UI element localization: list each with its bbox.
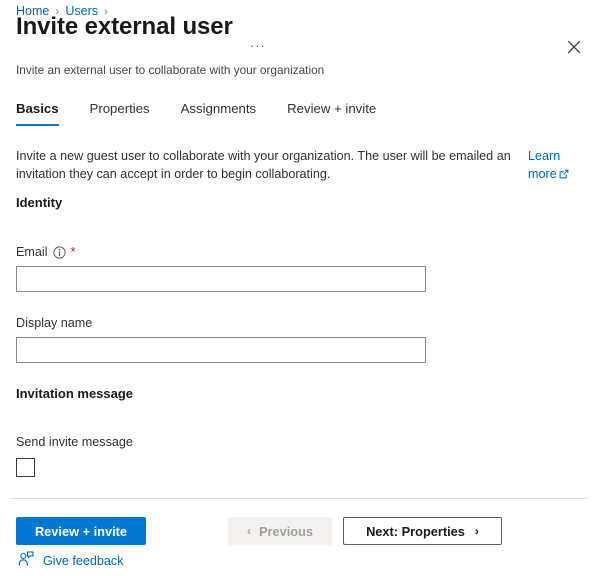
give-feedback-label: Give feedback [43, 554, 124, 568]
tab-properties[interactable]: Properties [90, 100, 150, 126]
intro-text: Invite a new guest user to collaborate w… [16, 149, 511, 181]
review-invite-button[interactable]: Review + invite [16, 517, 146, 545]
chevron-left-icon: ‹ [246, 524, 251, 538]
send-invite-message-label: Send invite message [16, 435, 133, 449]
page-title: Invite external user [16, 12, 233, 40]
intro-block: Invite a new guest user to collaborate w… [16, 147, 582, 184]
display-name-input[interactable] [16, 337, 426, 363]
display-name-label-text: Display name [16, 316, 93, 330]
email-field-label: Email * [16, 244, 76, 260]
section-heading-invitation-message: Invitation message [16, 386, 134, 401]
email-input[interactable] [16, 266, 426, 292]
next-properties-button[interactable]: Next: Properties › [343, 517, 502, 545]
page-subtitle: Invite an external user to collaborate w… [16, 63, 325, 77]
email-label-text: Email [16, 245, 48, 259]
learn-more-link[interactable]: Learn more [528, 147, 582, 184]
chevron-right-icon: › [474, 524, 479, 538]
tab-assignments[interactable]: Assignments [181, 100, 257, 126]
tab-basics[interactable]: Basics [16, 100, 59, 126]
title-row: Invite external user ··· [16, 13, 269, 58]
next-button-label: Next: Properties [366, 523, 465, 539]
tab-bar: Basics Properties Assignments Review + i… [16, 100, 407, 132]
send-invite-message-checkbox[interactable] [16, 458, 35, 477]
close-icon [567, 40, 581, 54]
person-feedback-icon [18, 550, 34, 572]
display-name-field-label: Display name [16, 315, 92, 331]
close-button[interactable] [558, 31, 590, 63]
previous-button[interactable]: ‹ Previous [228, 517, 332, 545]
section-heading-identity: Identity [16, 195, 63, 210]
info-icon[interactable] [52, 245, 66, 259]
more-options-icon[interactable]: ··· [247, 36, 269, 54]
tab-review-invite[interactable]: Review + invite [287, 100, 376, 126]
learn-more-label: Learn more [528, 149, 561, 181]
give-feedback-link[interactable]: Give feedback [18, 550, 124, 572]
required-marker: * [70, 244, 76, 259]
previous-button-label: Previous [258, 523, 314, 539]
external-link-icon [559, 166, 569, 184]
footer-divider [10, 498, 588, 499]
